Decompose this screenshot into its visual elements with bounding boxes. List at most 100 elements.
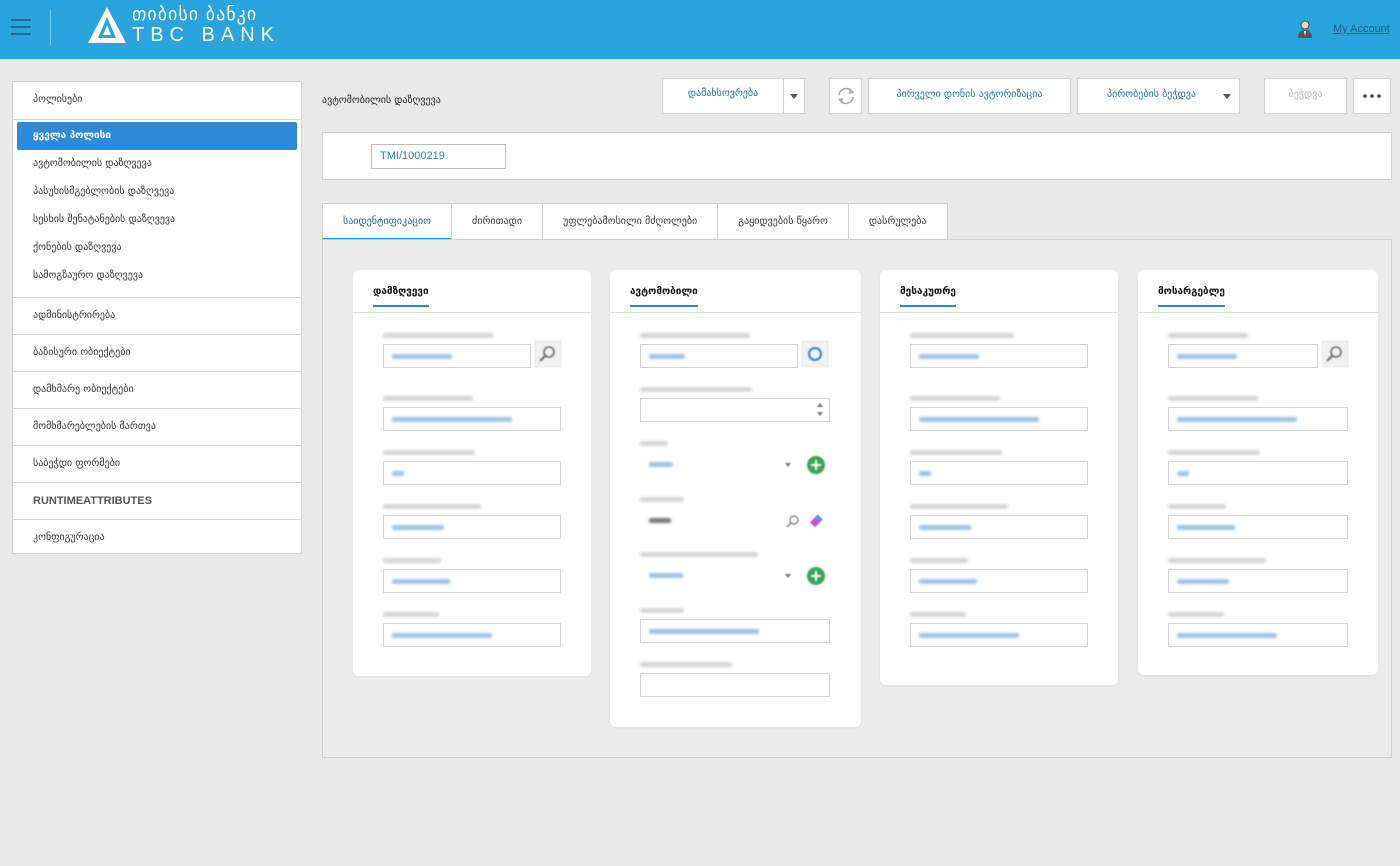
insurer-card-title: დამზღვევი bbox=[373, 286, 429, 307]
form-field bbox=[1168, 333, 1348, 368]
eraser-icon[interactable] bbox=[809, 513, 825, 529]
form-input[interactable] bbox=[383, 515, 561, 539]
form-field bbox=[910, 396, 1088, 431]
form-input[interactable] bbox=[1168, 623, 1348, 647]
form-input[interactable] bbox=[910, 623, 1088, 647]
my-account-link[interactable]: My Account bbox=[1333, 23, 1390, 35]
form-input[interactable] bbox=[640, 508, 830, 532]
form-field bbox=[910, 450, 1088, 485]
first-level-authorization-label: პირველი დონის ავტორიზაცია bbox=[896, 88, 1043, 100]
print-button[interactable]: ბეჭდვა bbox=[1264, 78, 1347, 114]
refresh-icon bbox=[837, 87, 854, 105]
owner-card: მესაკუთრე bbox=[880, 270, 1118, 685]
sidebar-section-runtime-attributes[interactable]: RUNTIMEATTRIBUTES bbox=[13, 483, 301, 520]
sidebar-item-travel-insurance[interactable]: სამოგზაურო დაზღვევა bbox=[13, 262, 301, 290]
form-input[interactable] bbox=[383, 407, 561, 431]
user-icon[interactable] bbox=[1297, 20, 1313, 38]
app-header: თიბისი ბანკი TBC BANK My Account bbox=[0, 0, 1400, 59]
sidebar-section-configuration[interactable]: კონფიგურაცია bbox=[13, 520, 301, 557]
policy-number-field[interactable]: TMI/1000219 bbox=[371, 144, 506, 169]
more-dots-icon bbox=[1363, 94, 1381, 98]
chevron-down-icon bbox=[1223, 94, 1231, 99]
beneficiary-card: მოსარგებლე bbox=[1138, 270, 1378, 675]
print-button-label: ბეჭდვა bbox=[1288, 88, 1323, 100]
form-input[interactable] bbox=[910, 461, 1088, 485]
form-field bbox=[383, 333, 561, 368]
form-input[interactable] bbox=[910, 344, 1088, 368]
form-input[interactable] bbox=[910, 569, 1088, 593]
tab-completion[interactable]: დასრულება bbox=[848, 203, 948, 240]
form-field bbox=[383, 612, 561, 647]
form-select[interactable] bbox=[640, 452, 798, 476]
form-field bbox=[383, 396, 561, 431]
sidebar-section-administration[interactable]: ადმინისტრირება bbox=[13, 298, 301, 335]
form-input[interactable] bbox=[910, 407, 1088, 431]
form-input[interactable] bbox=[383, 623, 561, 647]
policy-number-panel: TMI/1000219 bbox=[322, 132, 1392, 180]
save-dropdown-button[interactable] bbox=[783, 78, 805, 114]
form-input[interactable] bbox=[910, 515, 1088, 539]
sidebar-item-car-insurance[interactable]: ავტომობილის დაზღვევა bbox=[13, 150, 301, 178]
form-field bbox=[383, 558, 561, 593]
add-icon[interactable] bbox=[806, 566, 826, 586]
sync-icon[interactable] bbox=[802, 341, 828, 367]
first-level-authorization-button[interactable]: პირველი დონის ავტორიზაცია bbox=[868, 78, 1071, 114]
more-options-button[interactable] bbox=[1353, 78, 1391, 114]
form-field bbox=[383, 450, 561, 485]
form-input[interactable] bbox=[640, 344, 798, 368]
form-field bbox=[640, 552, 830, 587]
sidebar-section-print-forms[interactable]: საბეჭდი ფორმები bbox=[13, 446, 301, 483]
sidebar-section-base-objects[interactable]: ბაზისური ობიექტები bbox=[13, 335, 301, 372]
logo-latin-text: TBC BANK bbox=[132, 23, 281, 46]
search-icon[interactable] bbox=[535, 341, 561, 367]
form-field bbox=[910, 504, 1088, 539]
tab-sales-source[interactable]: გაყიდვების წყარო bbox=[718, 203, 849, 240]
search-icon[interactable] bbox=[1322, 341, 1348, 367]
form-input[interactable] bbox=[383, 461, 561, 485]
sidebar-policy-list: ყველა პოლისი ავტომობილის დაზღვევა პასუხი… bbox=[13, 120, 301, 298]
logo-georgian-text: თიბისი ბანკი bbox=[132, 3, 258, 25]
form-field bbox=[1168, 558, 1348, 593]
add-icon[interactable] bbox=[806, 455, 826, 475]
form-field bbox=[640, 441, 830, 476]
owner-card-title: მესაკუთრე bbox=[900, 286, 956, 307]
tab-authorized-drivers[interactable]: უფლებამოსილი მძღოლები bbox=[543, 203, 719, 240]
form-input[interactable] bbox=[1168, 407, 1348, 431]
sidebar-section-user-management[interactable]: მომხმარებლების მართვა bbox=[13, 409, 301, 446]
form-field bbox=[383, 504, 561, 539]
sidebar-item-all-policies[interactable]: ყველა პოლისი bbox=[17, 122, 297, 150]
form-input[interactable] bbox=[640, 619, 830, 643]
form-input[interactable] bbox=[1168, 515, 1348, 539]
refresh-button[interactable] bbox=[829, 78, 862, 114]
form-input[interactable] bbox=[640, 398, 830, 422]
form-field bbox=[640, 387, 830, 422]
tab-identification[interactable]: საიდენტიფიკაციო bbox=[322, 203, 453, 240]
sidebar-section-helper-objects[interactable]: დამხმარე ობიექტები bbox=[13, 372, 301, 409]
form-field bbox=[910, 333, 1088, 368]
sidebar-item-loan-insurance[interactable]: სესხის შენატანების დაზღვევა bbox=[13, 206, 301, 234]
save-button[interactable]: დამახსოვრება bbox=[662, 78, 784, 114]
tbc-logo[interactable]: თიბისი ბანკი TBC BANK bbox=[86, 5, 280, 45]
hamburger-menu-icon[interactable] bbox=[11, 19, 31, 35]
form-field bbox=[1168, 612, 1348, 647]
sidebar-item-property-insurance[interactable]: ქონების დაზღვევა bbox=[13, 234, 301, 262]
search-icon[interactable] bbox=[785, 513, 801, 529]
form-input[interactable] bbox=[1168, 344, 1318, 368]
form-field bbox=[640, 333, 830, 368]
form-input[interactable] bbox=[640, 673, 830, 697]
form-input[interactable] bbox=[1168, 461, 1348, 485]
sidebar-section-policies[interactable]: პოლისები bbox=[13, 82, 301, 120]
form-input[interactable] bbox=[383, 569, 561, 593]
vehicle-card-title: ავტომობილი bbox=[630, 286, 698, 307]
print-conditions-label: პირობების ბეჭდვა bbox=[1107, 88, 1196, 100]
form-select[interactable] bbox=[640, 563, 798, 587]
form-input[interactable] bbox=[383, 344, 531, 368]
sidebar-item-liability-insurance[interactable]: პასუხისმგებლობის დაზღვევა bbox=[13, 178, 301, 206]
tbc-triangle-icon bbox=[88, 7, 126, 43]
form-input[interactable] bbox=[1168, 569, 1348, 593]
tab-content: დამზღვევი ავტომობილი მესაკუთრე მოსარგებლ… bbox=[322, 239, 1392, 758]
header-divider bbox=[50, 10, 51, 45]
tab-main[interactable]: ძირითადი bbox=[452, 203, 544, 240]
form-field bbox=[910, 612, 1088, 647]
print-conditions-button[interactable]: პირობების ბეჭდვა bbox=[1077, 78, 1240, 114]
